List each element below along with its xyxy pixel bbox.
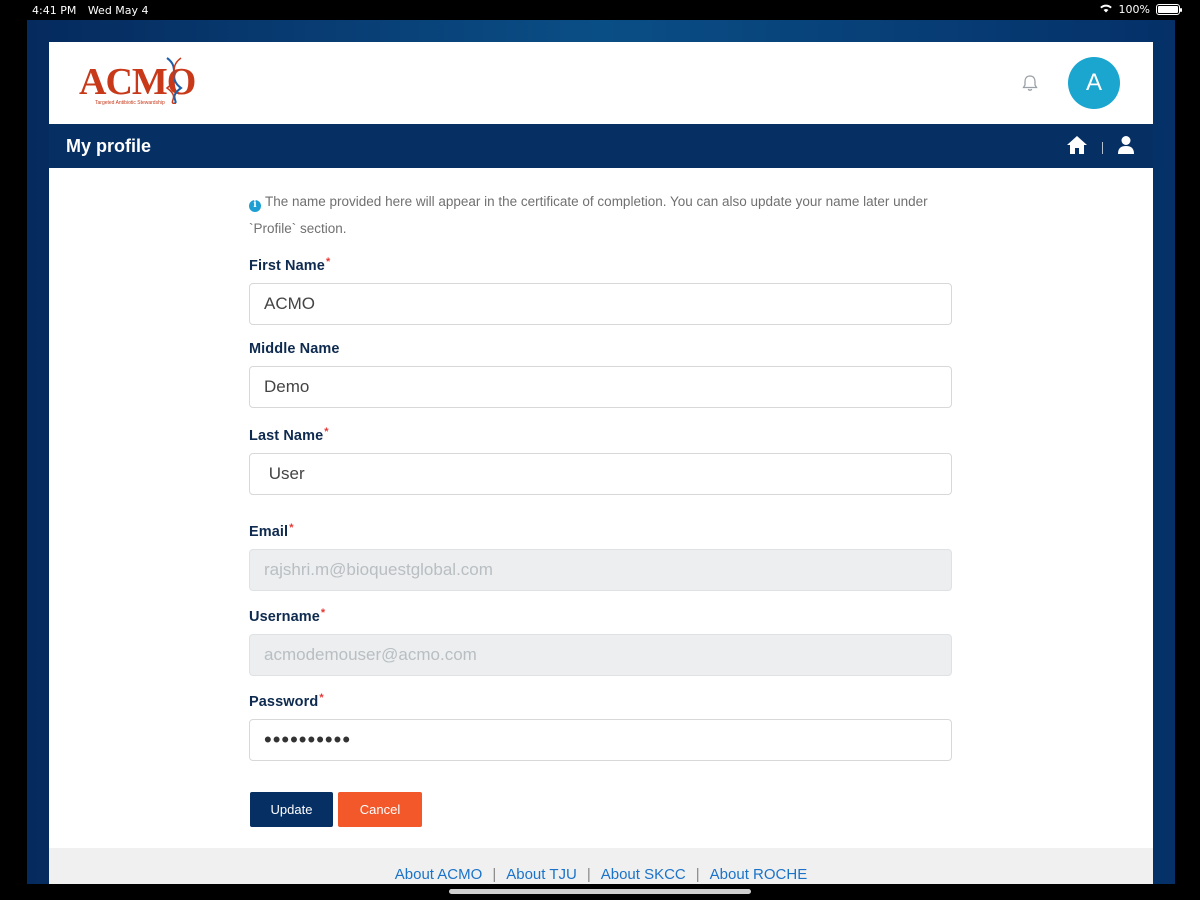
status-bar: 4:41 PM Wed May 4 100% bbox=[0, 0, 1200, 20]
footer-link-about-tju[interactable]: About TJU bbox=[506, 866, 577, 883]
middle-name-input[interactable] bbox=[249, 366, 952, 408]
acmo-logo[interactable]: ACMO Targeted Antibiotic Stewardship bbox=[79, 50, 196, 114]
footer-link-about-skcc[interactable]: About SKCC bbox=[601, 866, 686, 883]
wifi-icon bbox=[1099, 3, 1113, 16]
dna-helix-icon bbox=[165, 57, 183, 104]
user-icon[interactable] bbox=[1117, 135, 1135, 160]
app-window: ACMO Targeted Antibiotic Stewardship A M… bbox=[49, 42, 1153, 884]
home-indicator[interactable] bbox=[449, 889, 751, 894]
middle-name-group: Middle Name bbox=[249, 341, 952, 408]
footer-separator: | bbox=[586, 866, 591, 883]
footer-link-about-acmo[interactable]: About ACMO bbox=[395, 866, 483, 883]
navbar: My profile bbox=[49, 124, 1153, 168]
footer-separator: | bbox=[492, 866, 497, 883]
required-marker: * bbox=[324, 426, 329, 438]
footer-separator: | bbox=[695, 866, 700, 883]
avatar[interactable]: A bbox=[1068, 57, 1120, 109]
last-name-label: Last Name bbox=[249, 428, 324, 444]
update-button[interactable]: Update bbox=[250, 792, 333, 827]
status-date: Wed May 4 bbox=[87, 4, 149, 17]
username-label: Username bbox=[249, 609, 320, 625]
password-group: Password* bbox=[249, 692, 952, 761]
footer: About ACMO | About TJU | About SKCC | About RO… bbox=[49, 848, 1153, 884]
profile-form: i The name provided here will appear in t… bbox=[49, 168, 1153, 848]
info-icon: i bbox=[249, 199, 261, 212]
required-marker: * bbox=[319, 692, 324, 704]
cancel-button[interactable]: Cancel bbox=[338, 792, 422, 827]
password-input[interactable] bbox=[249, 719, 952, 761]
email-group: Email* bbox=[249, 522, 952, 591]
home-icon[interactable] bbox=[1066, 135, 1088, 160]
first-name-group: First Name* bbox=[249, 256, 952, 325]
last-name-input[interactable] bbox=[249, 453, 952, 495]
bell-icon[interactable] bbox=[1019, 72, 1041, 94]
required-marker: * bbox=[325, 256, 331, 268]
info-text: The name provided here will appear in th… bbox=[249, 194, 928, 236]
header: ACMO Targeted Antibiotic Stewardship A bbox=[49, 42, 1153, 124]
username-field bbox=[249, 634, 952, 676]
logo-subtitle: Targeted Antibiotic Stewardship bbox=[95, 100, 165, 106]
username-group: Username* bbox=[249, 607, 952, 676]
first-name-input[interactable] bbox=[249, 283, 952, 325]
required-marker: * bbox=[289, 522, 294, 534]
email-label: Email bbox=[249, 524, 289, 540]
battery-percent: 100% bbox=[1118, 3, 1150, 16]
password-label: Password bbox=[249, 694, 319, 710]
footer-link-about-roche[interactable]: About ROCHE bbox=[710, 866, 808, 883]
nav-divider bbox=[1102, 141, 1103, 154]
required-marker: * bbox=[320, 607, 326, 619]
status-time: 4:41 PM bbox=[32, 4, 77, 17]
last-name-group: Last Name* bbox=[249, 426, 952, 495]
battery-icon bbox=[1156, 4, 1182, 15]
info-message: i The name provided here will appear in t… bbox=[249, 188, 949, 242]
middle-name-label: Middle Name bbox=[249, 341, 340, 357]
first-name-label: First Name bbox=[249, 258, 325, 274]
page-title: My profile bbox=[66, 136, 152, 156]
email-field bbox=[249, 549, 952, 591]
